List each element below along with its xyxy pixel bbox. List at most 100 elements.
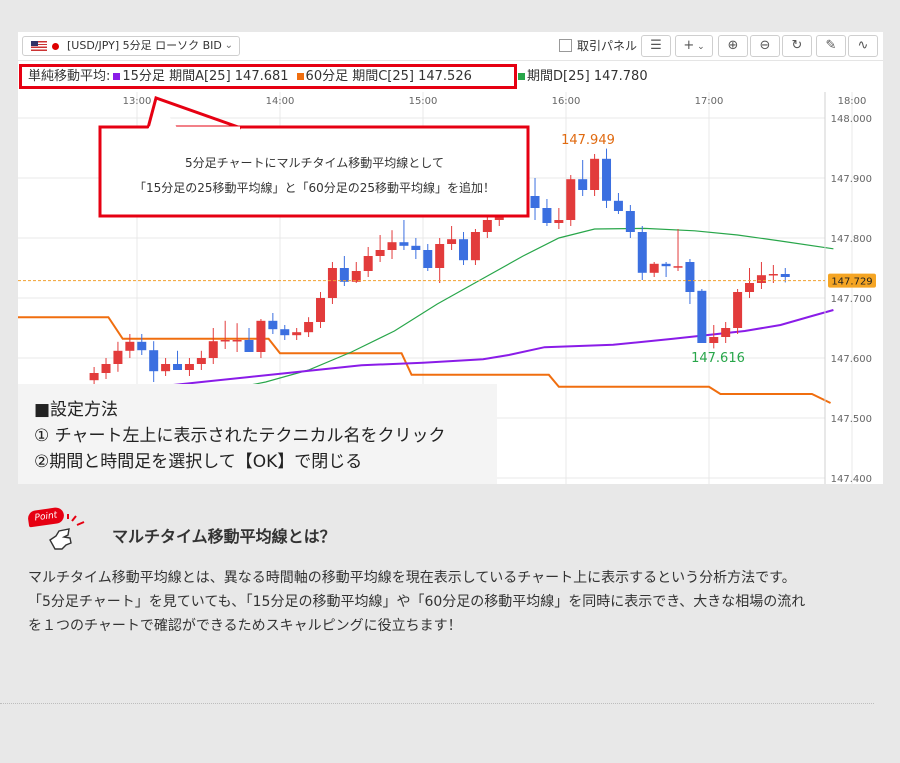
candle-body xyxy=(470,232,480,261)
candle xyxy=(316,292,326,328)
y-tick-label: 147.700 xyxy=(831,294,872,305)
y-tick-label: 147.900 xyxy=(831,174,872,185)
candle xyxy=(363,247,373,277)
indicator-ma15: 15分足 期間A[25] 147.681 xyxy=(122,69,289,84)
description-line-2: 「5分足チャート」を見ていても､「15分足の移動平均線」や「60分足の移動平均線… xyxy=(28,594,806,610)
candle-body xyxy=(161,364,171,372)
instructions-heading: ■設定方法 xyxy=(34,400,119,420)
candle xyxy=(256,319,266,358)
candle-body xyxy=(256,320,266,352)
section-title: マルチタイム移動平均線とは？ xyxy=(112,527,336,546)
candle xyxy=(327,262,337,304)
candle-body xyxy=(435,244,445,268)
candle xyxy=(125,334,135,358)
candle xyxy=(173,350,183,370)
candle-body xyxy=(292,332,302,336)
point-icon: Point xyxy=(26,505,96,553)
candle xyxy=(339,256,349,286)
candle-body xyxy=(244,340,254,352)
candle-body xyxy=(459,239,469,261)
candle xyxy=(196,350,206,370)
x-tick-label: 18:00 xyxy=(838,96,867,107)
candle xyxy=(149,341,159,382)
hand-icon xyxy=(49,514,85,550)
candle-body xyxy=(637,232,647,273)
candle-body xyxy=(125,341,135,351)
candle xyxy=(292,328,302,340)
candle-body xyxy=(661,263,671,267)
y-tick-label: 147.800 xyxy=(831,234,872,245)
indicator-extra[interactable]: 期間D[25] 147.780 xyxy=(518,67,648,86)
candle-body xyxy=(411,245,421,250)
candle xyxy=(375,235,385,262)
x-tick-label: 15:00 xyxy=(409,96,438,107)
callout-text: 5分足チャートにマルチタイム移動平均線として 「15分足の25移動平均線」と「6… xyxy=(102,151,527,201)
candle xyxy=(554,208,564,229)
candle-body xyxy=(89,373,99,381)
candle-body xyxy=(733,292,743,328)
candle xyxy=(721,322,731,343)
candle-body xyxy=(232,340,242,342)
candle-body xyxy=(709,337,719,343)
candle-body xyxy=(768,274,778,276)
candle xyxy=(220,320,230,349)
candle-body xyxy=(745,283,755,292)
candle xyxy=(745,268,755,298)
candle xyxy=(459,232,469,265)
candle-body xyxy=(304,322,314,333)
candle-body xyxy=(447,239,457,244)
candle xyxy=(399,220,409,250)
candle-body xyxy=(697,290,707,343)
candle-body xyxy=(113,350,123,364)
x-tick-label: 16:00 xyxy=(552,96,581,107)
x-tick-label: 13:00 xyxy=(123,96,152,107)
candle-body xyxy=(423,250,433,268)
candle xyxy=(566,175,576,226)
candle xyxy=(411,238,421,259)
ma60-swatch xyxy=(296,72,304,80)
y-tick-label: 148.000 xyxy=(831,114,872,125)
candle xyxy=(268,313,278,334)
candle xyxy=(470,229,480,265)
high-label: 147.949 xyxy=(561,133,615,148)
candle xyxy=(101,358,111,379)
candle xyxy=(232,323,242,352)
low-label: 147.616 xyxy=(691,351,745,366)
candle-body xyxy=(173,364,183,370)
candle-body xyxy=(149,350,159,372)
candle xyxy=(756,262,766,289)
candle xyxy=(351,262,361,283)
candle xyxy=(685,259,695,304)
current-price-label: 147.729 xyxy=(831,277,872,288)
callout-line-1: 5分足チャートにマルチタイム移動平均線として xyxy=(185,156,444,170)
instructions-box: ■設定方法 ① チャート左上に表示されたテクニカル名をクリック ②期間と時間足を… xyxy=(18,384,497,484)
candle xyxy=(280,325,290,340)
candle xyxy=(161,358,171,376)
candle xyxy=(184,358,194,376)
candle-body xyxy=(363,256,373,271)
indicator-legend[interactable]: 単純移動平均: 15分足 期間A[25] 147.681 60分足 期間C[25] … xyxy=(19,64,517,89)
candle xyxy=(530,178,540,220)
description-line-1: マルチタイム移動平均線とは、異なる時間軸の移動平均線を現在表示しているチャート上… xyxy=(28,570,796,586)
candle-body xyxy=(649,263,659,273)
candle-body xyxy=(673,266,683,268)
indicator-ma60: 60分足 期間C[25] 147.526 xyxy=(305,69,472,84)
candle-body xyxy=(196,358,206,364)
candle xyxy=(602,148,612,208)
y-tick-label: 147.400 xyxy=(831,474,872,484)
candle-body xyxy=(602,158,612,201)
candle xyxy=(697,289,707,343)
instructions-step-2: ②期間と時間足を選択して【OK】で閉じる xyxy=(34,452,363,472)
y-tick-label: 147.500 xyxy=(831,414,872,425)
candle xyxy=(661,262,671,277)
divider xyxy=(0,703,874,704)
candle xyxy=(208,328,218,364)
candle xyxy=(637,226,647,280)
candle-body xyxy=(339,268,349,282)
candle-body xyxy=(685,262,695,292)
candle-body xyxy=(578,179,588,190)
candle-body xyxy=(756,275,766,283)
x-tick-label: 14:00 xyxy=(266,96,295,107)
candle-body xyxy=(566,179,576,220)
candle-body xyxy=(482,220,492,232)
